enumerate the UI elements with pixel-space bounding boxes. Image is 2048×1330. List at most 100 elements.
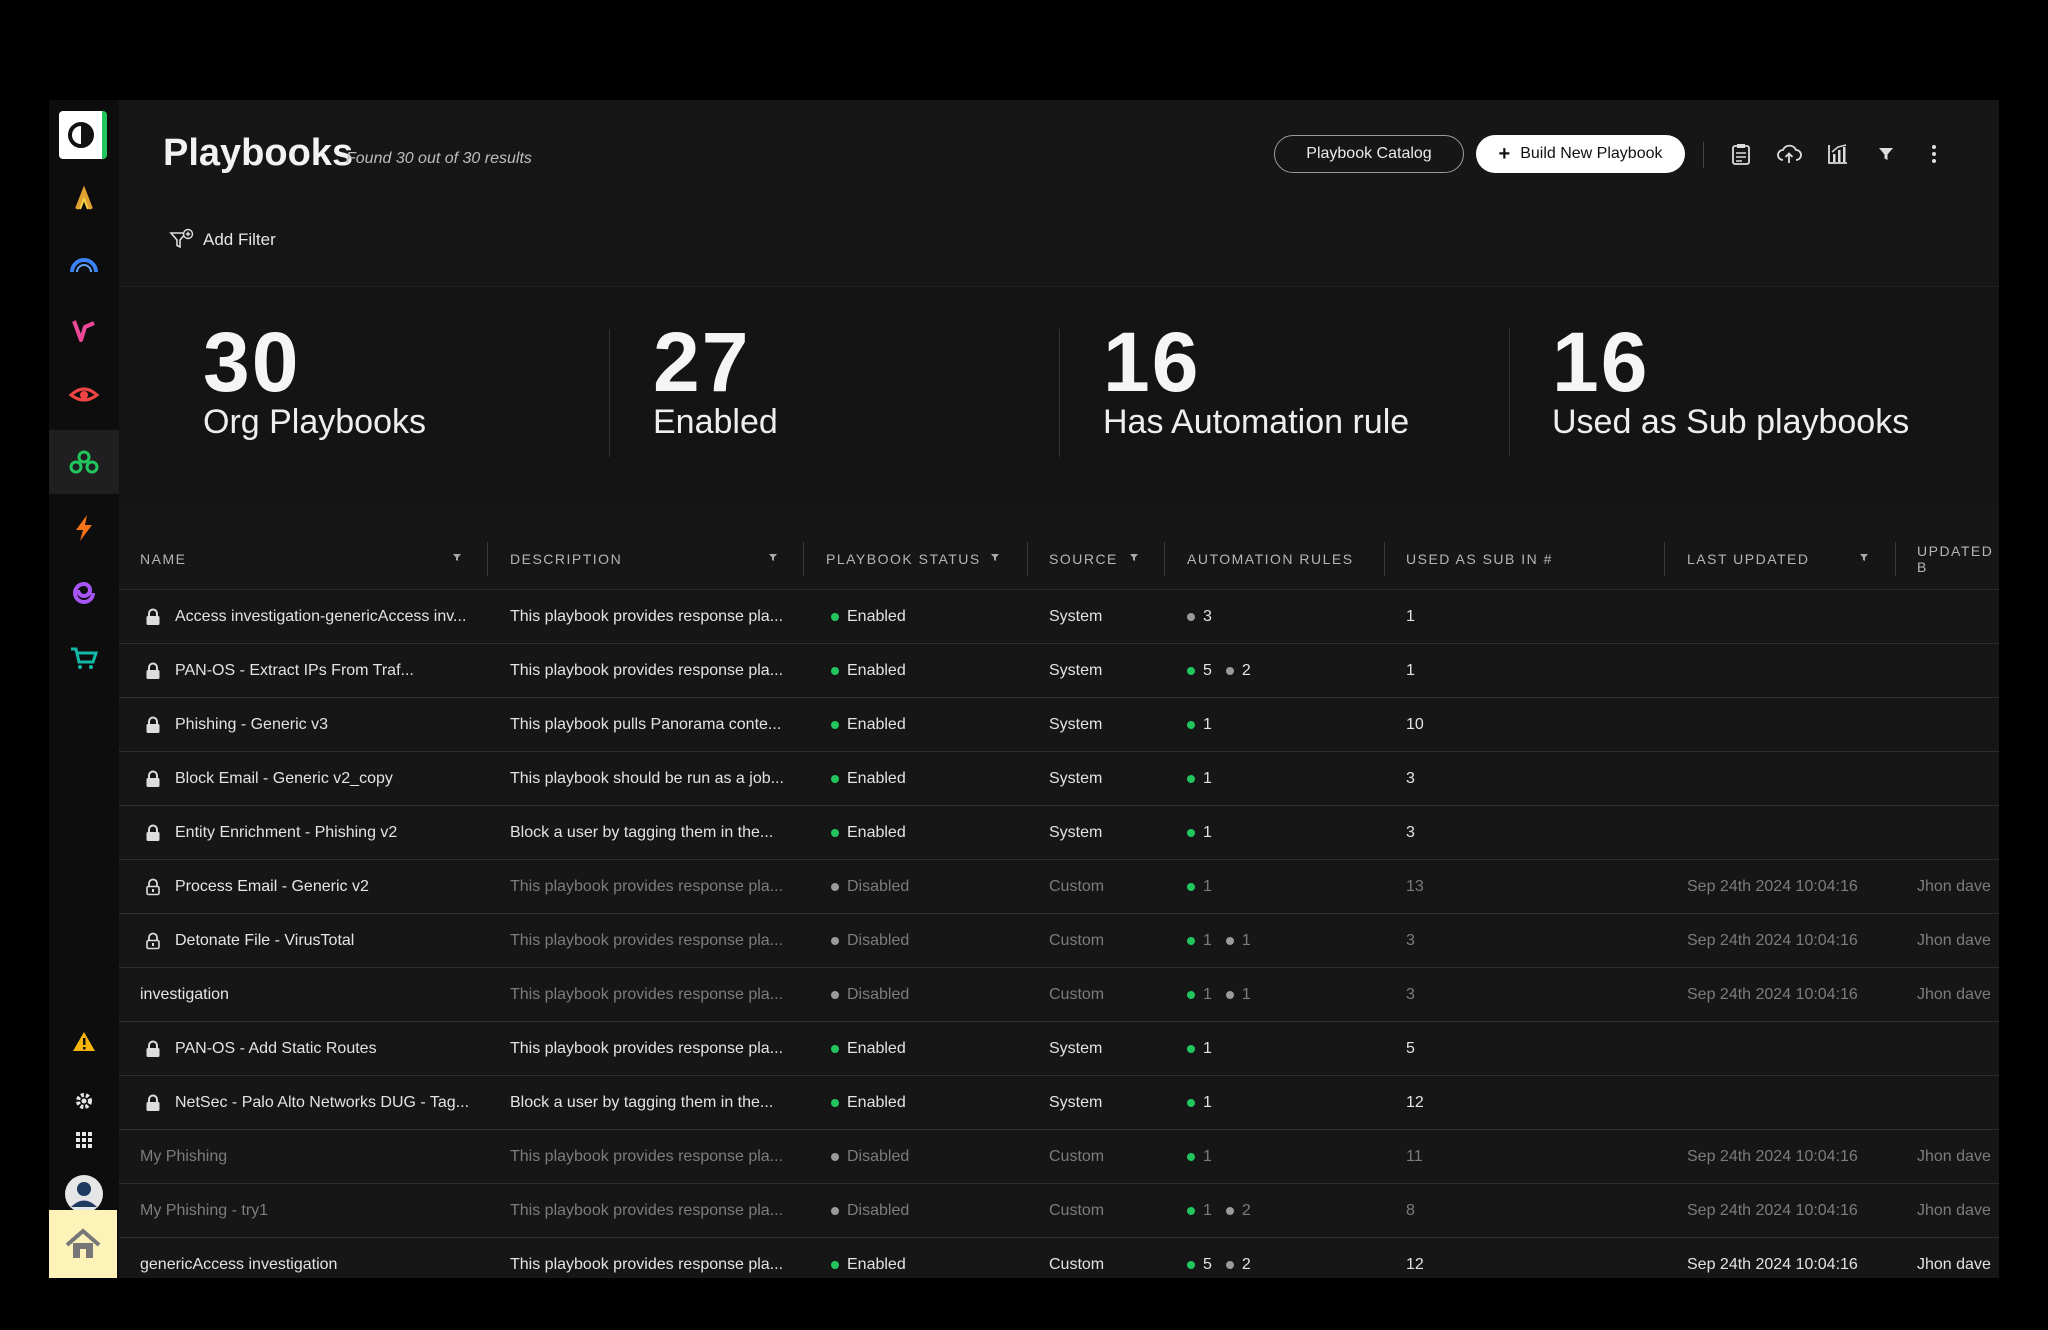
column-divider[interactable]: [1027, 542, 1028, 576]
name-cell[interactable]: Access investigation-genericAccess inv..…: [145, 590, 485, 644]
column-filter-icon[interactable]: [768, 552, 778, 562]
clipboard-icon[interactable]: [1726, 139, 1756, 169]
home-icon[interactable]: [49, 1210, 117, 1278]
rule-status-dot: [1187, 829, 1195, 837]
automation-rules-cell[interactable]: 1: [1187, 1076, 1377, 1130]
name-cell[interactable]: Entity Enrichment - Phishing v2: [145, 806, 485, 860]
stat-sub-playbooks[interactable]: 16 Used as Sub playbooks: [1552, 317, 1909, 442]
table-row[interactable]: Process Email - Generic v2 This playbook …: [119, 860, 1999, 914]
table-row[interactable]: My Phishing - try1 This playbook provides…: [119, 1184, 1999, 1238]
caret-logo-icon[interactable]: [49, 168, 119, 232]
rule-count: 5: [1203, 1256, 1212, 1273]
used-as-sub-cell: 10: [1406, 716, 1424, 733]
gauge-icon[interactable]: [49, 233, 119, 297]
name-cell[interactable]: My Phishing: [140, 1130, 480, 1184]
automation-rules-cell[interactable]: 1: [1187, 698, 1377, 752]
column-divider[interactable]: [487, 542, 488, 576]
column-filter-icon[interactable]: [452, 552, 462, 562]
name-cell[interactable]: NetSec - Palo Alto Networks DUG - Tag...: [145, 1076, 485, 1130]
column-header-automation-rules[interactable]: AUTOMATION RULES: [1187, 528, 1354, 590]
rule-status-dot: [1187, 883, 1195, 891]
table-row[interactable]: PAN-OS - Extract IPs From Traf... This pl…: [119, 644, 1999, 698]
cloud-upload-icon[interactable]: [1774, 139, 1804, 169]
column-divider[interactable]: [1895, 542, 1896, 576]
automation-rules-cell[interactable]: 1: [1187, 1022, 1377, 1076]
rule-status-dot: [1187, 613, 1195, 621]
status-cell: Disabled: [831, 860, 1021, 914]
warning-icon[interactable]: [49, 1010, 119, 1074]
automation-rules-cell[interactable]: 1: [1187, 860, 1377, 914]
column-divider[interactable]: [1664, 542, 1665, 576]
add-filter-icon: [169, 228, 194, 249]
last-updated-cell: [1687, 752, 1887, 806]
description-cell: This playbook provides response pla...: [510, 1040, 784, 1057]
lightning-icon[interactable]: [49, 496, 119, 560]
name-cell[interactable]: genericAccess investigation: [140, 1238, 480, 1278]
column-divider[interactable]: [1384, 542, 1385, 576]
table-row[interactable]: Phishing - Generic v3 This playbook pulls…: [119, 698, 1999, 752]
rule-status-dot: [1187, 667, 1195, 675]
rule-status-dot: [1187, 1099, 1195, 1107]
table-row[interactable]: genericAccess investigation This playbook…: [119, 1238, 1999, 1278]
cart-icon[interactable]: [49, 626, 119, 690]
stat-value: 27: [653, 315, 751, 409]
cortex-logo-icon[interactable]: [59, 111, 107, 159]
source-cell: System: [1049, 770, 1103, 787]
pulse-v-icon[interactable]: [49, 298, 119, 362]
table-row[interactable]: My Phishing This playbook provides respon…: [119, 1130, 1999, 1184]
playbooks-icon[interactable]: [49, 430, 119, 494]
column-divider[interactable]: [1164, 542, 1165, 576]
status-label: Disabled: [847, 878, 910, 895]
automation-rules-cell[interactable]: 3: [1187, 590, 1377, 644]
stat-org-playbooks[interactable]: 30 Org Playbooks: [203, 317, 426, 442]
stat-divider: [609, 329, 610, 457]
column-header-updated-by[interactable]: UPDATED B: [1917, 528, 1999, 590]
column-filter-icon[interactable]: [990, 552, 1000, 562]
status-label: Enabled: [847, 716, 906, 733]
table-row[interactable]: investigation This playbook provides resp…: [119, 968, 1999, 1022]
name-cell[interactable]: Detonate File - VirusTotal: [145, 914, 485, 968]
name-cell[interactable]: My Phishing - try1: [140, 1184, 480, 1238]
chart-icon[interactable]: [1823, 139, 1853, 169]
build-new-playbook-button[interactable]: + Build New Playbook: [1476, 135, 1685, 173]
source-cell: Custom: [1049, 1256, 1105, 1273]
name-cell[interactable]: PAN-OS - Extract IPs From Traf...: [145, 644, 485, 698]
column-header-name[interactable]: NAME: [140, 528, 186, 590]
column-divider[interactable]: [803, 542, 804, 576]
table-row[interactable]: Access investigation-genericAccess inv..…: [119, 590, 1999, 644]
used-as-sub-cell: 3: [1406, 770, 1415, 787]
stat-enabled[interactable]: 27 Enabled: [653, 317, 778, 442]
filter-icon[interactable]: [1871, 139, 1901, 169]
table-row[interactable]: Block Email - Generic v2_copy This playbo…: [119, 752, 1999, 806]
name-cell[interactable]: Block Email - Generic v2_copy: [145, 752, 485, 806]
automation-rules-cell[interactable]: 52: [1187, 1238, 1377, 1278]
automation-rules-cell[interactable]: 1: [1187, 752, 1377, 806]
name-cell[interactable]: Phishing - Generic v3: [145, 698, 485, 752]
automation-rules-cell[interactable]: 1: [1187, 1130, 1377, 1184]
column-header-used-as-sub[interactable]: USED AS SUB IN #: [1406, 528, 1553, 590]
column-header-status[interactable]: PLAYBOOK STATUS: [826, 528, 981, 590]
eye-icon[interactable]: [49, 363, 119, 427]
automation-rules-cell[interactable]: 11: [1187, 914, 1377, 968]
column-filter-icon[interactable]: [1129, 552, 1139, 562]
table-row[interactable]: Entity Enrichment - Phishing v2 Block a u…: [119, 806, 1999, 860]
table-row[interactable]: NetSec - Palo Alto Networks DUG - Tag...…: [119, 1076, 1999, 1130]
add-filter-button[interactable]: Add Filter: [169, 228, 276, 252]
automation-rules-cell[interactable]: 11: [1187, 968, 1377, 1022]
automation-rules-cell[interactable]: 1: [1187, 806, 1377, 860]
name-cell[interactable]: investigation: [140, 968, 480, 1022]
more-vertical-icon[interactable]: [1919, 139, 1949, 169]
table-row[interactable]: PAN-OS - Add Static Routes This playbook …: [119, 1022, 1999, 1076]
stat-automation-rule[interactable]: 16 Has Automation rule: [1103, 317, 1409, 442]
name-cell[interactable]: Process Email - Generic v2: [145, 860, 485, 914]
column-header-source[interactable]: SOURCE: [1049, 528, 1118, 590]
column-filter-icon[interactable]: [1859, 552, 1869, 562]
automation-rules-cell[interactable]: 12: [1187, 1184, 1377, 1238]
automation-rules-cell[interactable]: 52: [1187, 644, 1377, 698]
playbook-catalog-button[interactable]: Playbook Catalog: [1274, 135, 1464, 173]
column-header-description[interactable]: DESCRIPTION: [510, 528, 622, 590]
table-row[interactable]: Detonate File - VirusTotal This playbook …: [119, 914, 1999, 968]
name-cell[interactable]: PAN-OS - Add Static Routes: [145, 1022, 485, 1076]
swirl-icon[interactable]: [49, 561, 119, 625]
column-header-last-updated[interactable]: LAST UPDATED: [1687, 528, 1810, 590]
